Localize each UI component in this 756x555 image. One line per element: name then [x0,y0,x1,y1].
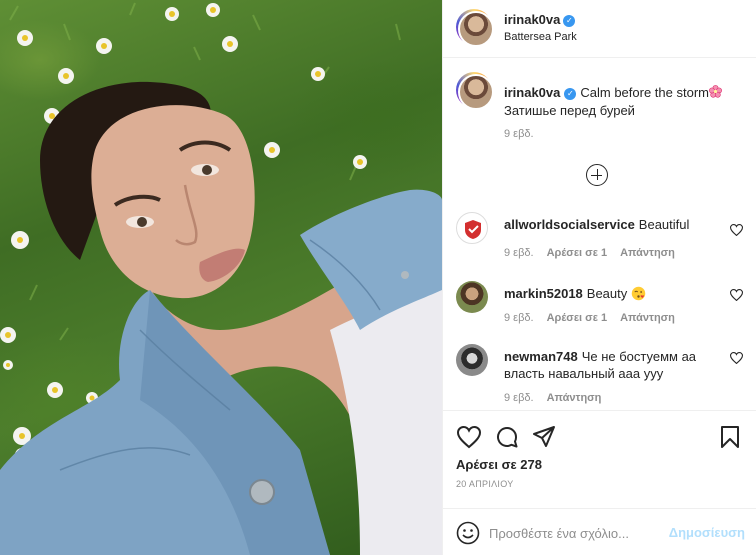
post-side-panel: irinak0va ✓ Battersea Park irinak0va ✓ Calm… [442,0,756,555]
post-photo[interactable] [0,0,442,555]
add-comment-bar: Δημοσίευση [443,508,756,555]
like-heart-icon[interactable] [457,425,481,449]
comment-meta: 9 εβδ. Απάντηση [504,392,614,404]
author-avatar[interactable] [456,9,494,47]
jacket-button [249,479,275,505]
reply-button[interactable]: Απάντηση [547,392,602,404]
likes-count[interactable]: Αρέσει σε 278 [456,457,542,472]
author-username-text[interactable]: irinak0va [504,12,560,27]
comment-text: newman748 Че не бостуемм аа власть наваль… [504,348,709,382]
comment-text: markin52018 Beauty [504,285,709,302]
share-paper-plane-icon[interactable] [532,425,556,449]
load-more-comments-icon[interactable] [586,164,608,186]
heart-icon[interactable] [730,289,743,301]
selfie-illustration [0,2,442,555]
comment-likes[interactable]: Αρέσει σε 1 [547,312,608,324]
author-username[interactable]: irinak0va ✓ [504,12,576,27]
caption-username[interactable]: irinak0va [504,85,560,100]
emoji-picker-icon[interactable] [456,521,480,545]
commenter-avatar[interactable] [456,212,488,244]
comment-meta: 9 εβδ. Αρέσει σε 1 Απάντηση [504,247,688,259]
caption-author-avatar[interactable] [456,72,494,110]
cherry-blossom-icon [709,85,722,98]
post-date[interactable]: 20 ΑΠΡΙΛΙΟΥ [456,479,514,489]
reply-button[interactable]: Απάντηση [620,312,675,324]
comment-meta: 9 εβδ. Αρέσει σε 1 Απάντηση [504,312,688,324]
reply-button[interactable]: Απάντηση [620,247,675,259]
comment-bubble-icon[interactable] [495,425,519,449]
comment-username[interactable]: newman748 [504,349,578,364]
save-bookmark-icon[interactable] [718,425,742,449]
comment-time[interactable]: 9 εβδ. [504,312,534,324]
comment-body: Beautiful [638,217,690,232]
white-top [330,285,442,555]
caption-line-1: Calm before the storm [580,85,709,100]
face-blowing-kiss-icon [631,286,646,301]
heart-icon[interactable] [730,352,743,364]
comment-username[interactable]: markin52018 [504,286,583,301]
commenter-avatar[interactable] [456,344,488,376]
commenter-avatar[interactable] [456,281,488,313]
comment-time[interactable]: 9 εβδ. [504,392,534,404]
comment-likes[interactable]: Αρέσει σε 1 [547,247,608,259]
comment-time[interactable]: 9 εβδ. [504,247,534,259]
comment-body: Beauty [586,286,628,301]
comment-username[interactable]: allworldsocialservice [504,217,635,232]
caption-text-block: irinak0va ✓ Calm before the storm Затишье … [504,84,749,120]
publish-button[interactable]: Δημοσίευση [669,525,745,540]
verified-badge-icon: ✓ [563,15,576,27]
verified-badge-icon: ✓ [564,88,577,100]
comment-input[interactable] [489,522,684,544]
comment-text: allworldsocialservice Beautiful [504,216,709,233]
post-location[interactable]: Battersea Park [504,31,577,43]
caption-line-2: Затишье перед бурей [504,103,635,118]
post-header: irinak0va ✓ Battersea Park [443,0,756,58]
caption-timestamp[interactable]: 9 εβδ. [504,128,534,140]
heart-icon[interactable] [730,224,743,236]
